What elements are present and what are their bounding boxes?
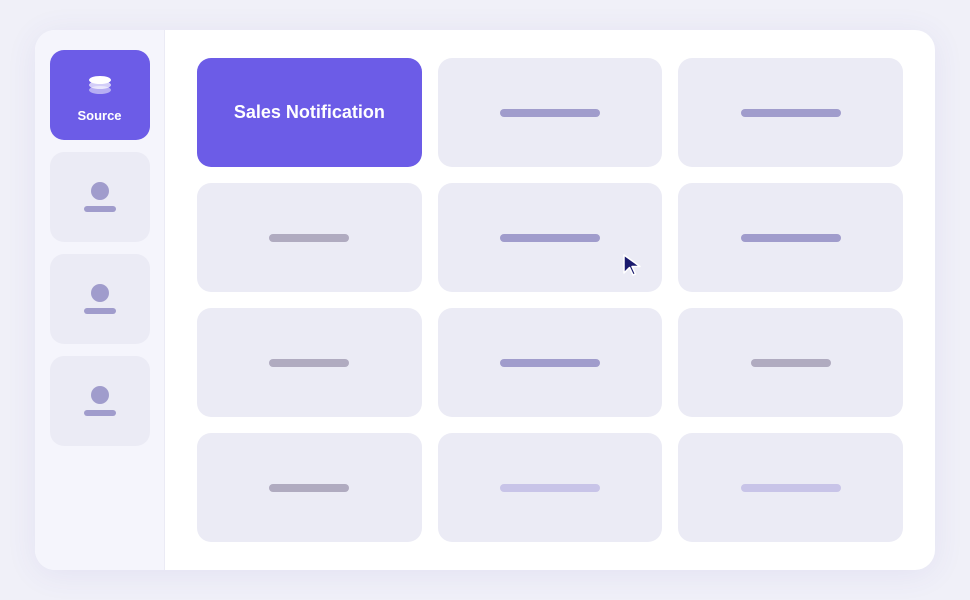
grid-card-r3c2[interactable] [438,308,663,417]
sidebar-item-user3[interactable] [50,356,150,446]
person-icon-1 [84,182,116,212]
card-bar-r4c2 [500,484,600,492]
card-bar-r2c2 [500,234,600,242]
person-icon-2 [84,284,116,314]
main-content: Sales Notification [165,30,935,570]
grid-card-r2c1[interactable] [197,183,422,292]
grid-card-r2c2[interactable] [438,183,663,292]
card-bar-r2c1 [269,234,349,242]
person-bar-3 [84,410,116,416]
card-bar-r3c1 [269,359,349,367]
grid-card-r3c3[interactable] [678,308,903,417]
grid-card-r4c2[interactable] [438,433,663,542]
grid-card-r1c2[interactable] [438,58,663,167]
card-bar-r3c2 [500,359,600,367]
card-bar-r1c3 [741,109,841,117]
person-head-2 [91,284,109,302]
card-bar-r2c3 [741,234,841,242]
person-bar-1 [84,206,116,212]
sidebar-item-source[interactable]: Source [50,50,150,140]
sidebar-item-user2[interactable] [50,254,150,344]
card-bar-r4c3 [741,484,841,492]
person-bar-2 [84,308,116,314]
person-head-3 [91,386,109,404]
card-bar-r3c3 [751,359,831,367]
grid: Sales Notification [197,58,903,542]
grid-card-r1c3[interactable] [678,58,903,167]
grid-card-featured[interactable]: Sales Notification [197,58,422,167]
sidebar-source-label: Source [77,108,121,123]
person-icon-3 [84,386,116,416]
sidebar-item-user1[interactable] [50,152,150,242]
card-bar-r1c2 [500,109,600,117]
cursor-icon [622,253,644,284]
grid-card-r4c3[interactable] [678,433,903,542]
card-bar-r4c1 [269,484,349,492]
app-container: Source Sales [35,30,935,570]
sidebar: Source [35,30,165,570]
person-head-1 [91,182,109,200]
grid-card-r3c1[interactable] [197,308,422,417]
featured-card-label: Sales Notification [234,102,385,123]
grid-card-r2c3[interactable] [678,183,903,292]
grid-card-r4c1[interactable] [197,433,422,542]
stack-icon [84,68,116,100]
